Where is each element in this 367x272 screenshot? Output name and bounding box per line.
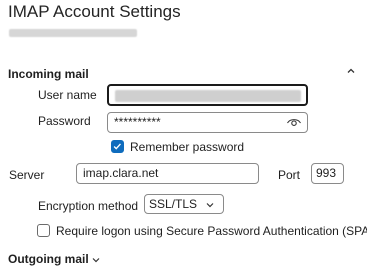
password-field[interactable]: ********** <box>107 112 308 133</box>
encryption-method-value: SSL/TLS <box>149 197 198 211</box>
eye-icon[interactable] <box>286 116 302 128</box>
chevron-down-icon <box>92 257 100 263</box>
chevron-up-icon[interactable] <box>346 66 356 76</box>
outgoing-mail-section-toggle[interactable]: Outgoing mail <box>8 252 100 266</box>
outgoing-mail-section-label: Outgoing mail <box>8 252 89 266</box>
encryption-method-label: Encryption method <box>38 199 139 213</box>
password-value: ********** <box>114 115 161 129</box>
incoming-mail-section-label: Incoming mail <box>8 67 89 81</box>
checkmark-icon <box>113 143 121 150</box>
require-spa-label[interactable]: Require logon using Secure Password Auth… <box>56 224 367 238</box>
encryption-method-select[interactable]: SSL/TLS <box>144 194 224 214</box>
chevron-down-icon <box>206 202 214 208</box>
username-redacted <box>115 90 301 102</box>
port-label: Port <box>278 168 301 182</box>
password-label: Password <box>38 114 91 128</box>
server-value: imap.clara.net <box>83 166 159 180</box>
server-field[interactable]: imap.clara.net <box>76 163 259 184</box>
username-field[interactable] <box>107 84 308 106</box>
remember-password-checkbox[interactable] <box>111 140 124 153</box>
port-value: 993 <box>316 166 337 180</box>
require-spa-checkbox[interactable] <box>37 224 50 237</box>
account-email-redacted <box>9 29 137 37</box>
remember-password-label[interactable]: Remember password <box>130 140 244 154</box>
page-title: IMAP Account Settings <box>8 2 181 21</box>
port-field[interactable]: 993 <box>311 163 344 184</box>
username-label: User name <box>38 88 97 102</box>
server-label: Server <box>9 168 45 182</box>
